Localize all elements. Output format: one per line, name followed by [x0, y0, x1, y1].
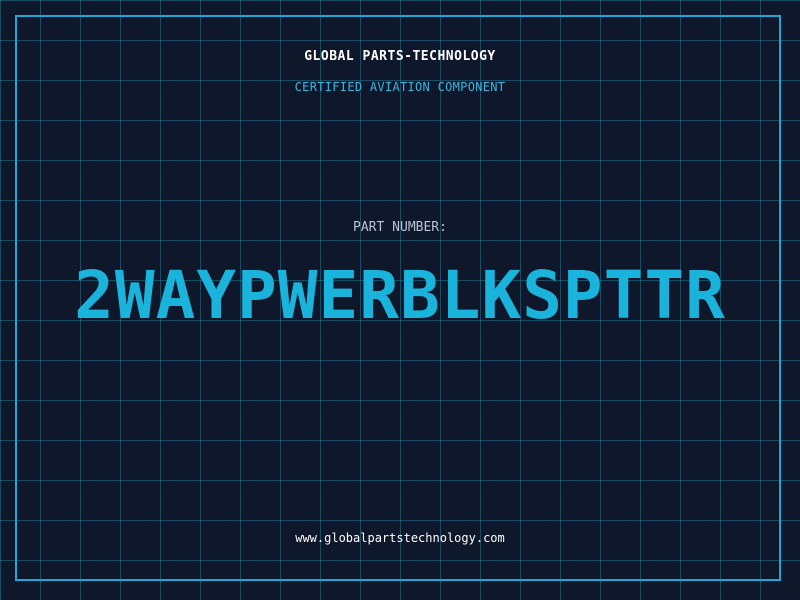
company-name: GLOBAL PARTS-TECHNOLOGY — [304, 49, 496, 64]
certification-subtitle: CERTIFIED AVIATION COMPONENT — [294, 80, 506, 94]
website-url: www.globalpartstechnology.com — [295, 531, 505, 545]
part-number-label: PART NUMBER: — [353, 220, 447, 235]
part-number-value: 2WAYPWERBLKSPTTR — [74, 257, 726, 334]
